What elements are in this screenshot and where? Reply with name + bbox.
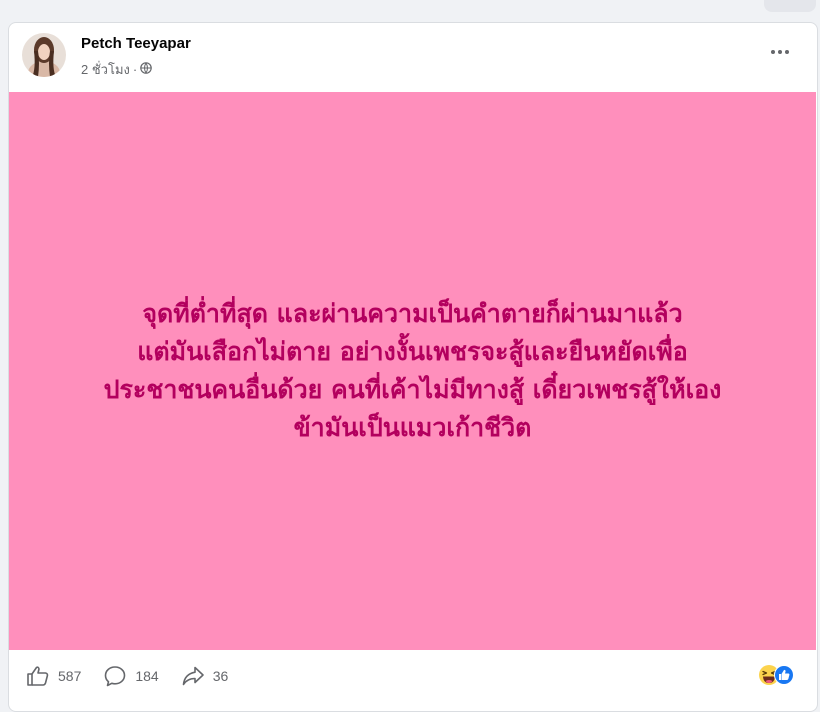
share-button[interactable]: 36 xyxy=(181,665,229,687)
comment-count: 184 xyxy=(135,668,159,684)
avatar[interactable] xyxy=(22,33,66,77)
share-count: 36 xyxy=(212,668,229,684)
post-text-line: แต่มันเสือกไม่ตาย อย่างงั้นเพชรจะสู้และย… xyxy=(137,337,688,366)
author-name[interactable]: Petch Teeyapar xyxy=(81,35,191,52)
post-text-line: จุดที่ต่ำที่สุด และผ่านความเป็นคำตายก็ผ่… xyxy=(142,299,683,328)
like-count: 587 xyxy=(58,668,82,684)
like-icon xyxy=(26,665,50,687)
meta-separator: · xyxy=(132,62,138,77)
post-text: จุดที่ต่ำที่สุด และผ่านความเป็นคำตายก็ผ่… xyxy=(33,295,793,447)
share-icon xyxy=(181,665,205,687)
comment-icon xyxy=(103,664,127,688)
like-reaction-icon xyxy=(774,665,794,685)
top-button[interactable] xyxy=(764,0,816,12)
globe-icon[interactable] xyxy=(140,62,153,77)
more-options-icon[interactable] xyxy=(766,42,794,62)
top-strip xyxy=(0,0,820,20)
post-meta: 2 ชั่วโมง · xyxy=(81,59,153,80)
post-text-line: ประชาชนคนอื่นด้วย คนที่เค้าไม่มีทางสู้ เ… xyxy=(103,375,722,404)
reactions-summary[interactable] xyxy=(758,664,806,686)
action-bar: 587 184 36 xyxy=(26,662,250,690)
like-button[interactable]: 587 xyxy=(26,665,81,687)
post-text-line: ข้ามันเป็นแมวเก้าชีวิต xyxy=(293,413,532,442)
comment-button[interactable]: 184 xyxy=(103,664,159,688)
post-background: จุดที่ต่ำที่สุด และผ่านความเป็นคำตายก็ผ่… xyxy=(9,92,816,650)
avatar-image xyxy=(22,33,66,77)
post-time[interactable]: 2 ชั่วโมง xyxy=(81,59,130,80)
